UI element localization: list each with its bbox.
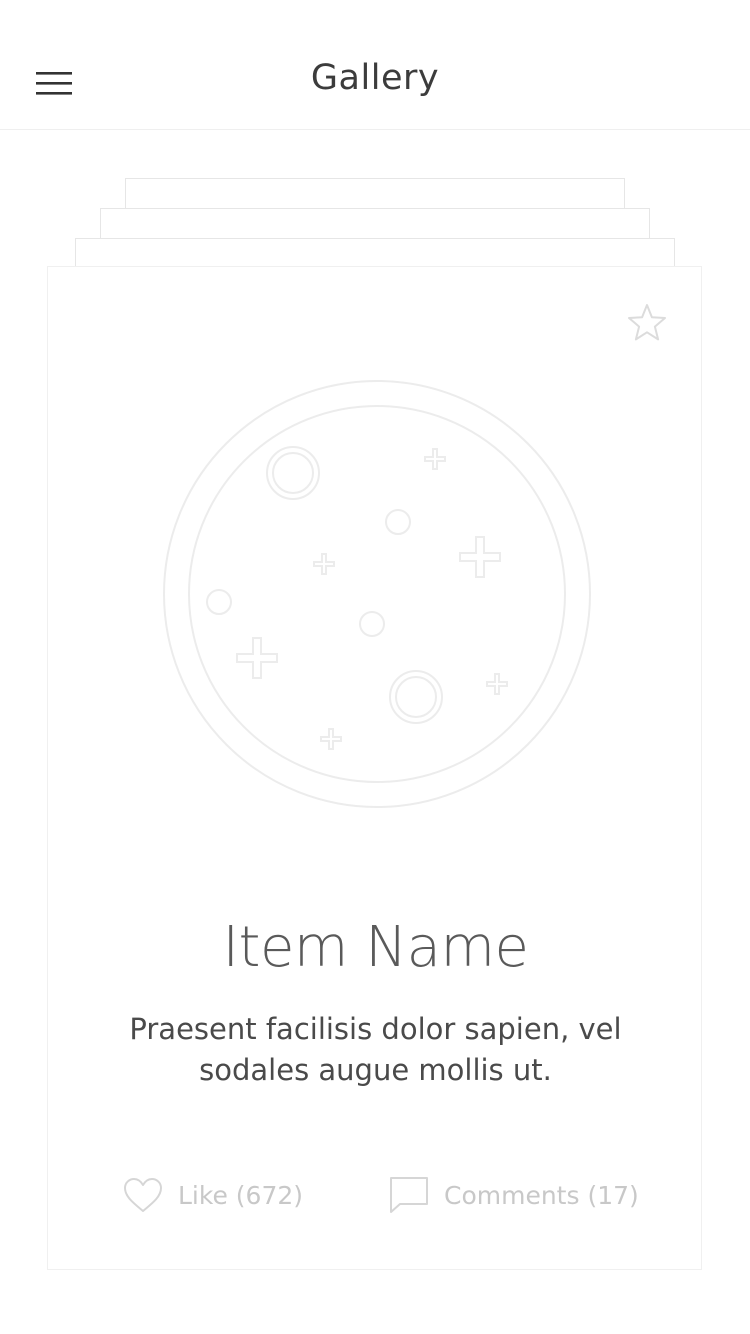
planet-placeholder-illustration: [162, 379, 592, 809]
speech-bubble-icon: [390, 1177, 428, 1213]
comments-button[interactable]: Comments (17): [388, 1171, 639, 1219]
like-label: Like (672): [178, 1180, 304, 1210]
card-actions: Like (672) Comments (17): [48, 1171, 703, 1219]
gallery-screen: Gallery Item Name Praesent facilisis dol…: [0, 0, 750, 1334]
app-header: Gallery: [0, 0, 750, 130]
gallery-card[interactable]: Item Name Praesent facilisis dolor sapie…: [47, 266, 702, 1270]
star-outline-icon: [628, 304, 666, 341]
item-description: Praesent facilisis dolor sapien, vel sod…: [129, 1012, 622, 1087]
like-button[interactable]: Like (672): [122, 1171, 303, 1219]
page-title: Gallery: [310, 58, 440, 98]
favorite-button[interactable]: [625, 301, 669, 345]
heart-outline-icon: [124, 1178, 162, 1212]
comments-label: Comments (17): [444, 1180, 639, 1210]
item-name: Item Name: [222, 915, 530, 980]
